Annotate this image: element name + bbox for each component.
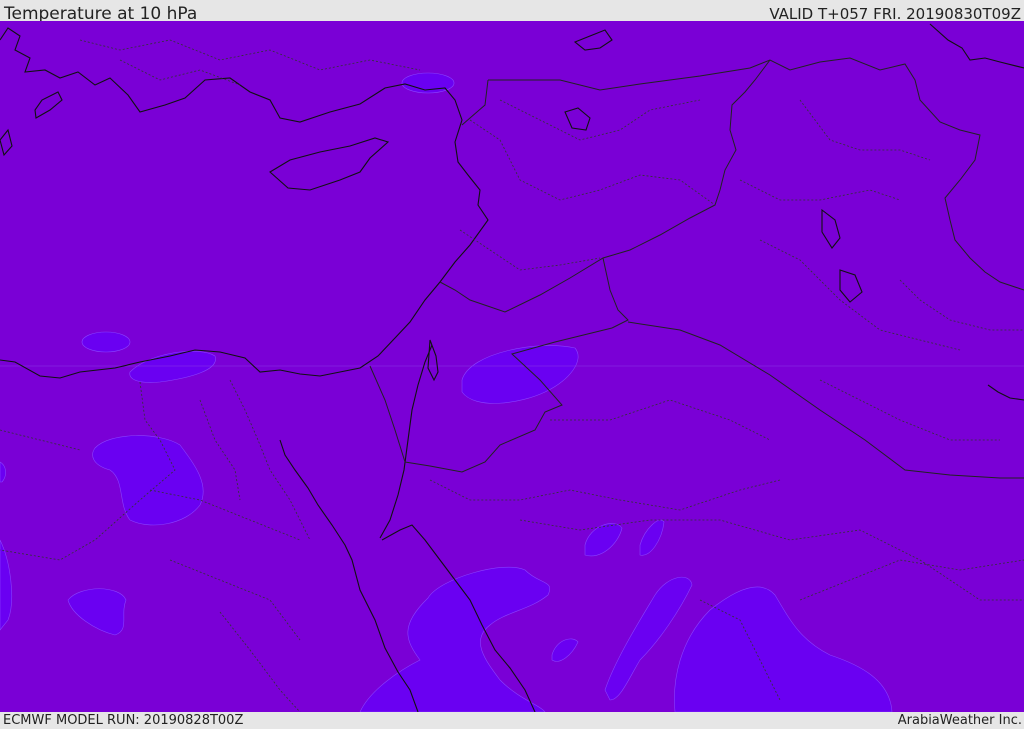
model-run-label: ECMWF MODEL RUN: 20190828T00Z xyxy=(3,713,244,728)
weather-map xyxy=(0,21,1024,712)
credit-label: ArabiaWeather Inc. xyxy=(897,713,1022,728)
header-bar: Temperature at 10 hPa VALID T+057 FRI. 2… xyxy=(0,0,1024,24)
footer-bar: ECMWF MODEL RUN: 20190828T00Z ArabiaWeat… xyxy=(0,712,1024,729)
patch-sea-west xyxy=(81,331,131,353)
map-canvas xyxy=(0,21,1024,712)
